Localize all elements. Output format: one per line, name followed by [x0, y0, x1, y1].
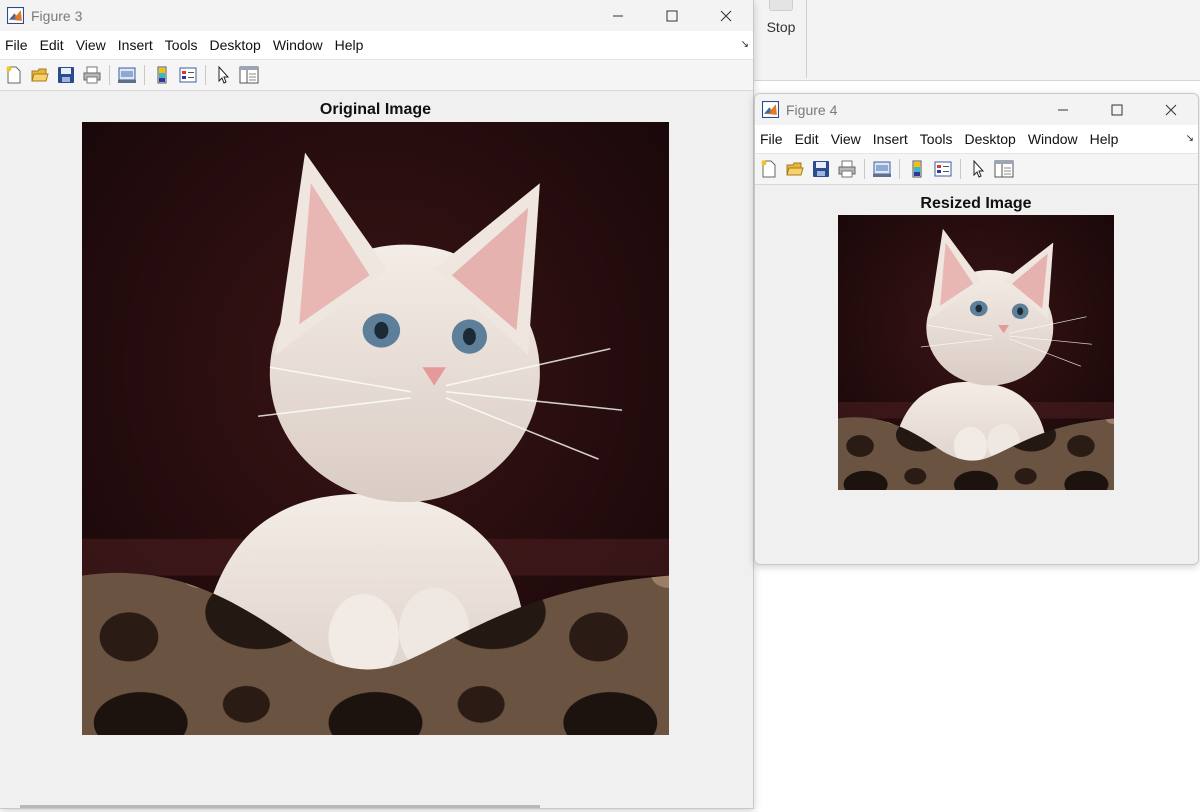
stop-icon: [769, 0, 793, 11]
property-inspector-button[interactable]: [237, 63, 261, 87]
figure-3-window: Figure 3 File Edit View Insert Tools Des…: [0, 0, 754, 809]
toolbar-separator: [899, 159, 900, 179]
menu-insert[interactable]: Insert: [112, 37, 159, 53]
toolbar-separator: [864, 159, 865, 179]
menu-window[interactable]: Window: [267, 37, 329, 53]
menu-edit[interactable]: Edit: [34, 37, 70, 53]
edit-plot-button[interactable]: [211, 63, 235, 87]
menu-edit[interactable]: Edit: [789, 131, 825, 147]
link-plot-button[interactable]: [115, 63, 139, 87]
insert-colorbar-icon: [912, 160, 922, 178]
menu-tools[interactable]: Tools: [159, 37, 204, 53]
close-button[interactable]: [1144, 94, 1198, 125]
resized-image: [838, 215, 1114, 490]
menu-help[interactable]: Help: [329, 37, 370, 53]
save-icon: [813, 161, 829, 177]
link-plot-icon: [118, 67, 136, 83]
close-icon: [1165, 104, 1177, 115]
menu-view[interactable]: View: [825, 131, 867, 147]
menu-tools[interactable]: Tools: [914, 131, 959, 147]
property-inspector-icon: [239, 66, 259, 84]
save-icon: [58, 67, 74, 83]
menu-desktop[interactable]: Desktop: [958, 131, 1021, 147]
figure-3-canvas: Original Image: [0, 91, 753, 807]
figure-4-canvas: Resized Image: [755, 185, 1198, 563]
print-icon: [838, 160, 856, 178]
maximize-icon: [1111, 104, 1123, 115]
maximize-icon: [666, 10, 678, 21]
new-figure-icon: [6, 66, 21, 84]
edit-plot-icon: [973, 160, 985, 178]
insert-colorbar-button[interactable]: [150, 63, 174, 87]
host-toolstrip-divider: [806, 0, 807, 78]
figure-3-menubar: File Edit View Insert Tools Desktop Wind…: [0, 31, 753, 60]
new-figure-button[interactable]: [757, 157, 781, 181]
close-button[interactable]: [699, 0, 753, 31]
edit-plot-icon: [218, 66, 230, 84]
print-button[interactable]: [80, 63, 104, 87]
figure-4-window: Figure 4 File Edit View Insert Tools Des…: [754, 93, 1199, 565]
property-inspector-button[interactable]: [992, 157, 1016, 181]
minimize-icon: [613, 15, 623, 16]
menu-desktop[interactable]: Desktop: [203, 37, 266, 53]
host-app-toolstrip: [754, 0, 1200, 81]
toolbar-separator: [144, 65, 145, 85]
maximize-button[interactable]: [1090, 94, 1144, 125]
insert-colorbar-icon: [157, 66, 167, 84]
horizontal-scrollbar[interactable]: [20, 805, 540, 808]
print-icon: [83, 66, 101, 84]
figure-4-toolbar: [755, 154, 1198, 185]
insert-legend-icon: [934, 161, 952, 177]
open-file-button[interactable]: [783, 157, 807, 181]
toolbar-separator: [960, 159, 961, 179]
matlab-icon: [762, 101, 779, 118]
menu-insert[interactable]: Insert: [867, 131, 914, 147]
figure-4-menubar: File Edit View Insert Tools Desktop Wind…: [755, 125, 1198, 154]
dock-arrow-icon[interactable]: ↘: [741, 39, 749, 50]
dock-arrow-icon[interactable]: ↘: [1186, 133, 1194, 144]
link-plot-button[interactable]: [870, 157, 894, 181]
link-plot-icon: [873, 161, 891, 177]
edit-plot-button[interactable]: [966, 157, 990, 181]
menu-help[interactable]: Help: [1084, 131, 1125, 147]
open-file-button[interactable]: [28, 63, 52, 87]
menu-file[interactable]: File: [0, 37, 34, 53]
toolbar-separator: [205, 65, 206, 85]
print-button[interactable]: [835, 157, 859, 181]
window-title: Figure 3: [31, 7, 83, 24]
maximize-button[interactable]: [645, 0, 699, 31]
insert-legend-button[interactable]: [931, 157, 955, 181]
toolbar-separator: [109, 65, 110, 85]
insert-legend-button[interactable]: [176, 63, 200, 87]
window-title: Figure 4: [786, 101, 838, 118]
stop-label: Stop: [766, 19, 796, 35]
save-button[interactable]: [54, 63, 78, 87]
axes-title: Resized Image: [920, 195, 1032, 212]
menu-window[interactable]: Window: [1022, 131, 1084, 147]
insert-legend-icon: [179, 67, 197, 83]
menu-view[interactable]: View: [70, 37, 112, 53]
new-figure-button[interactable]: [2, 63, 26, 87]
property-inspector-icon: [994, 160, 1014, 178]
save-button[interactable]: [809, 157, 833, 181]
minimize-button[interactable]: [591, 0, 645, 31]
figure-4-titlebar[interactable]: Figure 4: [755, 94, 1198, 125]
original-image: [82, 122, 669, 735]
new-figure-icon: [761, 160, 776, 178]
menu-file[interactable]: File: [755, 131, 789, 147]
figure-3-titlebar[interactable]: Figure 3: [0, 0, 753, 31]
open-file-icon: [31, 68, 49, 82]
matlab-icon: [7, 7, 24, 24]
minimize-icon: [1058, 109, 1068, 110]
close-icon: [720, 10, 732, 21]
minimize-button[interactable]: [1036, 94, 1090, 125]
figure-3-toolbar: [0, 60, 753, 91]
stop-button[interactable]: Stop: [760, 0, 802, 44]
axes-title: Original Image: [319, 101, 432, 118]
insert-colorbar-button[interactable]: [905, 157, 929, 181]
open-file-icon: [786, 162, 804, 176]
